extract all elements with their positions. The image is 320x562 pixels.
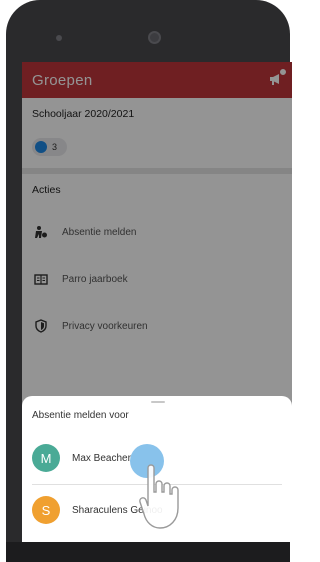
sheet-title: Absentie melden voor [32, 410, 129, 421]
person-name: Max Beacher [72, 452, 131, 464]
avatar-initial: M [40, 450, 52, 466]
phone-camera [148, 31, 161, 44]
system-navigation-bar [6, 542, 290, 562]
pointing-hand-icon [139, 464, 179, 529]
phone-frame: Groepen Schooljaar 2020/2021 3 Acties Ab… [6, 0, 292, 562]
avatar: S [32, 496, 60, 524]
phone-sensor [56, 35, 62, 41]
app-screen: Groepen Schooljaar 2020/2021 3 Acties Ab… [22, 62, 292, 542]
avatar-initial: S [41, 502, 51, 518]
sheet-drag-handle[interactable] [151, 401, 165, 403]
avatar: M [32, 444, 60, 472]
